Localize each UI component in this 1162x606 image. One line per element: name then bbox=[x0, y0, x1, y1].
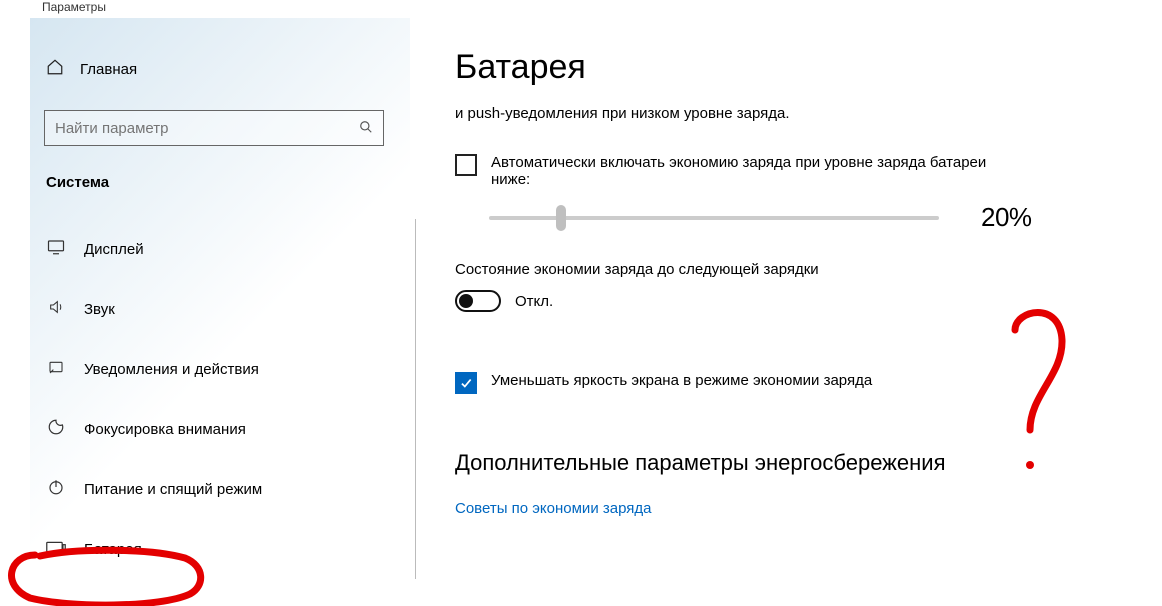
slider-value-label: 20% bbox=[981, 202, 1032, 233]
auto-saver-label: Автоматически включать экономию заряда п… bbox=[491, 154, 1021, 188]
sidebar-item-label: Фокусировка внимания bbox=[84, 421, 246, 438]
window-title: Параметры bbox=[0, 0, 1162, 18]
battery-threshold-slider[interactable] bbox=[489, 216, 939, 220]
sidebar-item-label: Питание и спящий режим bbox=[84, 481, 262, 498]
home-label: Главная bbox=[80, 61, 137, 78]
sidebar-item-display[interactable]: Дисплей bbox=[30, 219, 415, 279]
battery-icon bbox=[46, 540, 66, 558]
slider-thumb[interactable] bbox=[556, 205, 566, 231]
home-nav[interactable]: Главная bbox=[30, 18, 410, 80]
notify-icon bbox=[46, 359, 66, 380]
saver-toggle[interactable] bbox=[455, 290, 501, 312]
search-box[interactable] bbox=[44, 110, 384, 146]
sidebar-item-power[interactable]: Питание и спящий режим bbox=[30, 459, 415, 519]
sidebar-item-label: Батарея bbox=[84, 541, 142, 558]
sidebar: Главная Система Дисплей Звук bbox=[30, 18, 410, 606]
sidebar-item-notifications[interactable]: Уведомления и действия bbox=[30, 339, 415, 399]
tips-link[interactable]: Советы по экономии заряда bbox=[455, 500, 1162, 517]
dim-screen-label: Уменьшать яркость экрана в режиме эконом… bbox=[491, 372, 872, 389]
search-icon bbox=[349, 120, 383, 137]
sidebar-item-sound[interactable]: Звук bbox=[30, 279, 415, 339]
saver-until-charge-label: Состояние экономии заряда до следующей з… bbox=[455, 261, 1162, 278]
page-title: Батарея bbox=[455, 48, 1162, 87]
home-icon bbox=[46, 58, 64, 80]
display-icon bbox=[46, 239, 66, 260]
sound-icon bbox=[46, 299, 66, 320]
power-icon bbox=[46, 478, 66, 501]
saver-toggle-state: Откл. bbox=[515, 293, 553, 310]
advanced-section-header: Дополнительные параметры энергосбережени… bbox=[455, 450, 1162, 476]
sidebar-item-label: Звук bbox=[84, 301, 115, 318]
sidebar-group-label: Система bbox=[30, 146, 410, 191]
dim-screen-checkbox[interactable] bbox=[455, 372, 477, 394]
search-input[interactable] bbox=[45, 120, 349, 137]
sidebar-item-battery[interactable]: Батарея bbox=[30, 519, 415, 579]
main-panel: Батарея и push-уведомления при низком ур… bbox=[455, 18, 1162, 606]
sidebar-item-label: Дисплей bbox=[84, 241, 144, 258]
focus-icon bbox=[46, 418, 66, 441]
sidebar-item-label: Уведомления и действия bbox=[84, 361, 259, 378]
sidebar-item-focus[interactable]: Фокусировка внимания bbox=[30, 399, 415, 459]
sidebar-nav: Дисплей Звук Уведомления и действия Фоку… bbox=[30, 219, 416, 579]
page-subline: и push-уведомления при низком уровне зар… bbox=[455, 105, 1162, 122]
auto-saver-checkbox[interactable] bbox=[455, 154, 477, 176]
